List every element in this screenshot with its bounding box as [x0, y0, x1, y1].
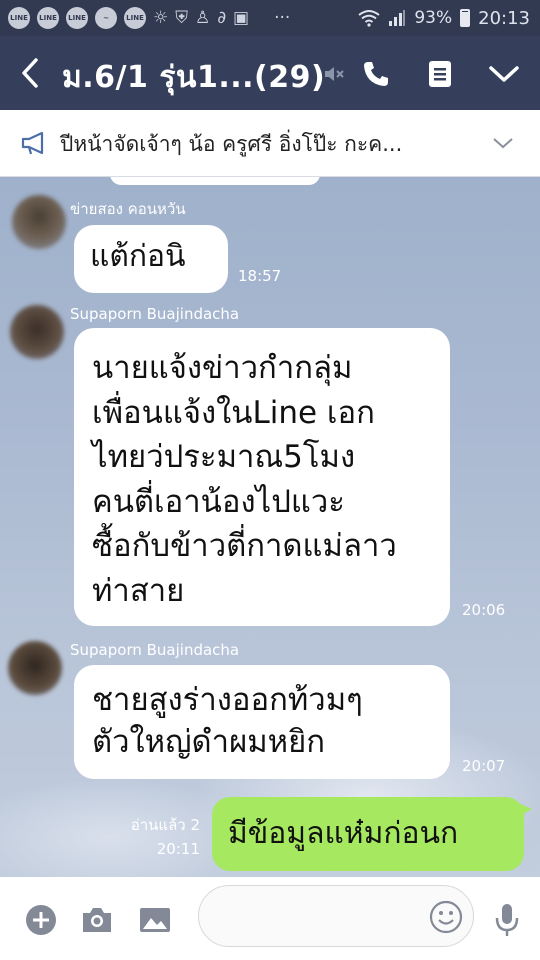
link-icon: ∂ — [217, 8, 227, 28]
signal-icon — [389, 10, 406, 26]
avatar[interactable] — [8, 641, 62, 695]
sender-name: ข่ายสอง คอนหวัน — [70, 200, 186, 218]
line-notification-icon: LINE — [66, 7, 88, 29]
message-time: 18:57 — [238, 267, 282, 285]
avatar[interactable] — [12, 195, 66, 249]
announcement-bar[interactable]: ปีหน้าจัดเจ้าๆ น้อ ครูศรี อิ่งโป๊ะ กะค..… — [0, 110, 540, 177]
shield-icon: ⛨ — [175, 8, 188, 28]
photo-button[interactable] — [138, 903, 172, 937]
line-notification-icon: LINE — [37, 7, 59, 29]
message-text: ชายสูงร่างออกท้วมๆ ตัวใหญ่ดำผมหยิก — [92, 682, 363, 760]
message-input[interactable] — [217, 896, 421, 938]
message-time: 20:07 — [462, 757, 506, 775]
status-time: 20:13 — [478, 7, 530, 29]
person-add-icon: ♙ — [195, 8, 211, 28]
read-receipt: อ่านแล้ว 2 20:11 — [131, 813, 200, 861]
back-button[interactable] — [16, 54, 46, 92]
message-time: 20:11 — [156, 840, 200, 858]
status-right: 93% 20:13 — [358, 0, 530, 36]
read-label: อ่านแล้ว 2 — [130, 816, 200, 834]
chat-header: ม.6/1 รุ่น1...(29) — [0, 36, 540, 110]
image-icon — [140, 908, 170, 932]
line-notification-icon: LINE — [124, 7, 146, 29]
my-message-bubble[interactable]: มีข้อมูลแห๋มก่อนก — [212, 797, 532, 871]
message-input-box[interactable] — [198, 885, 474, 947]
mute-button[interactable] — [316, 56, 352, 92]
previous-message-bubble — [110, 177, 320, 185]
notification-icons: LINE LINE LINE ~ LINE ☼ ⛨ ♙ ∂ ▣ ··· — [0, 7, 290, 29]
message-text: นายแจ้งข่าวกำกลุ่ม เพื่อนแจ้งในLine เอก … — [92, 350, 397, 609]
message-bubble[interactable]: นายแจ้งข่าวกำกลุ่ม เพื่อนแจ้งในLine เอก … — [74, 328, 450, 626]
notes-button[interactable] — [422, 56, 458, 92]
megaphone-icon — [21, 131, 44, 155]
microphone-icon — [495, 904, 519, 936]
messenger-notification-icon: ~ — [95, 7, 117, 29]
status-bar: LINE LINE LINE ~ LINE ☼ ⛨ ♙ ∂ ▣ ··· 93% … — [0, 0, 540, 36]
message-text: มีข้อมูลแห๋มก่อนก — [228, 816, 459, 851]
chat-title[interactable]: ม.6/1 รุ่น1...(29) — [62, 54, 325, 101]
message-time: 20:06 — [462, 601, 506, 619]
message-text: แต้ก่อนิ — [90, 239, 186, 274]
plus-icon — [26, 905, 56, 935]
notes-icon — [429, 61, 451, 87]
call-button[interactable] — [358, 56, 394, 92]
message-bubble[interactable]: แต้ก่อนิ — [74, 225, 228, 293]
camera-button[interactable] — [80, 903, 114, 937]
phone-icon — [364, 62, 388, 86]
chat-area[interactable]: ข่ายสอง คอนหวัน แต้ก่อนิ 18:57 Supaporn … — [0, 177, 540, 877]
add-button[interactable] — [24, 903, 58, 937]
wifi-icon — [358, 10, 380, 27]
back-arrow-icon — [22, 58, 38, 88]
sender-name: Supaporn Buajindacha — [70, 641, 240, 659]
menu-expand-button[interactable] — [486, 56, 522, 92]
emoji-icon[interactable] — [429, 900, 463, 934]
battery-percent: 93% — [414, 8, 453, 28]
more-icon: ··· — [274, 8, 291, 28]
battery-icon — [460, 9, 471, 27]
chevron-down-icon[interactable] — [492, 134, 514, 152]
camera-icon — [83, 908, 111, 932]
voice-button[interactable] — [490, 903, 524, 937]
mute-icon — [325, 67, 344, 81]
brightness-icon: ☼ — [153, 8, 169, 28]
image-icon: ▣ — [233, 8, 250, 28]
sender-name: Supaporn Buajindacha — [70, 305, 240, 323]
message-bubble[interactable]: ชายสูงร่างออกท้วมๆ ตัวใหญ่ดำผมหยิก — [74, 665, 450, 779]
announcement-text: ปีหน้าจัดเจ้าๆ น้อ ครูศรี อิ่งโป๊ะ กะค..… — [60, 132, 403, 156]
chevron-down-icon — [489, 66, 519, 82]
line-notification-icon: LINE — [8, 7, 30, 29]
input-bar — [0, 877, 540, 960]
avatar[interactable] — [10, 305, 64, 359]
